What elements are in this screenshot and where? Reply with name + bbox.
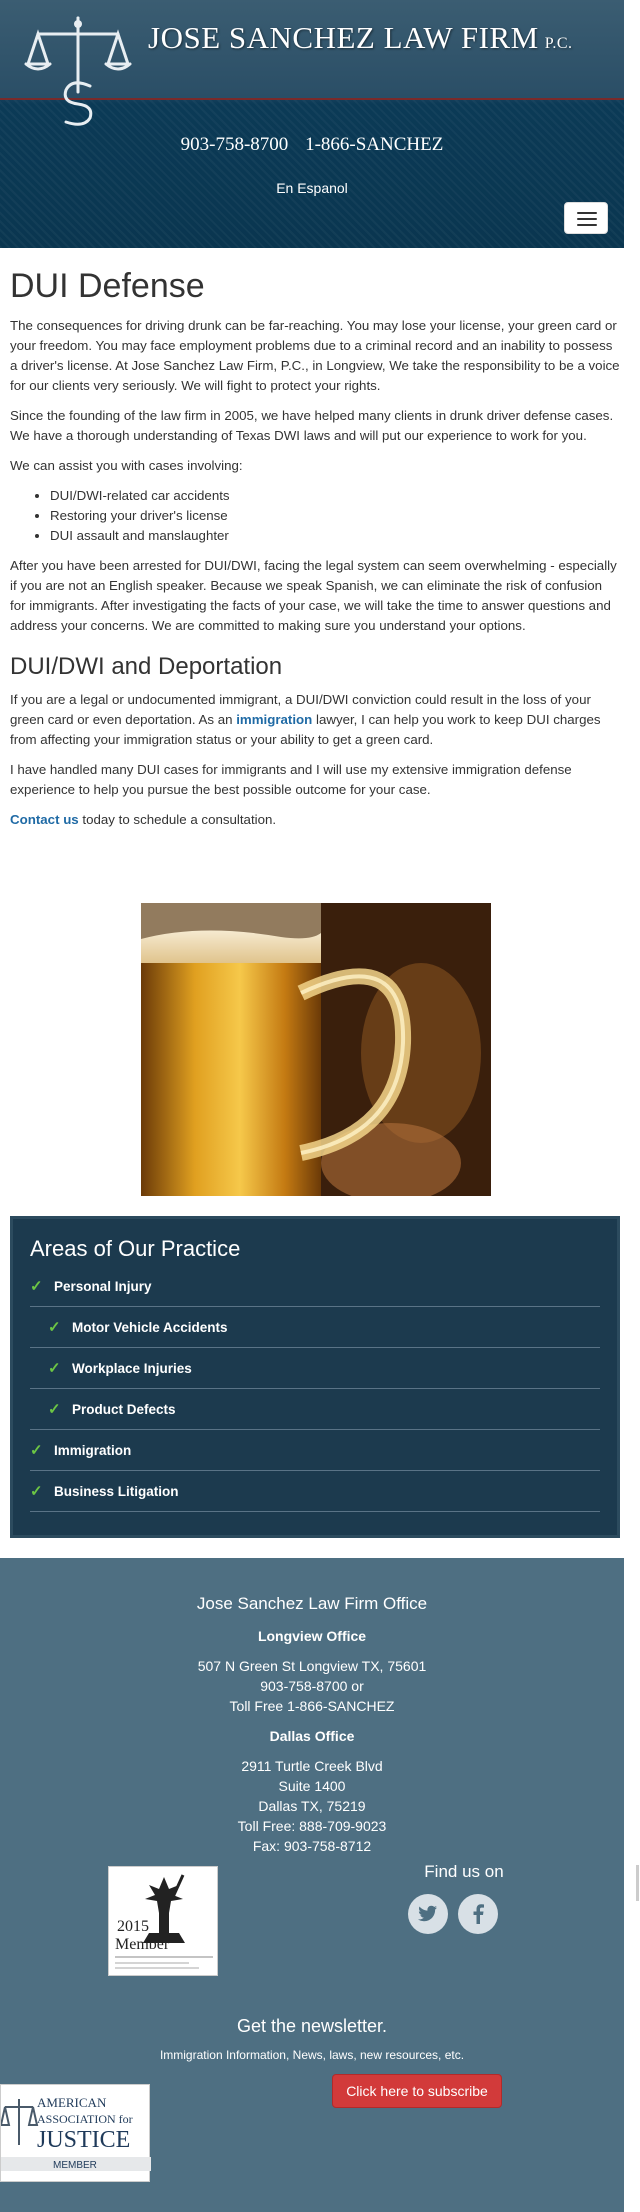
dallas-fax: Fax: 903-758-8712 [252, 1838, 372, 1854]
deportation-paragraph: If you are a legal or undocumented immig… [10, 690, 620, 750]
statue-of-liberty-icon: 2015 Member [115, 1874, 213, 1969]
practice-areas-title: Areas of Our Practice [30, 1236, 241, 1261]
practice-item-label: Product Defects [72, 1401, 176, 1417]
section-subtitle: DUI/DWI and Deportation [10, 653, 283, 680]
scales-of-justice-logo[interactable] [22, 12, 134, 132]
list-item: DUI assault and manslaughter [50, 526, 620, 546]
practice-item-product-defects[interactable]: ✓ Product Defects [30, 1389, 600, 1430]
scrollbar-thumb[interactable] [636, 1865, 639, 1901]
aaj-scales-icon: AMERICAN ASSOCIATION for JUSTICE MEMBER [0, 2095, 151, 2171]
dallas-address-line2: Suite 1400 [278, 1778, 346, 1794]
experience-paragraph: I have handled many DUI cases for immigr… [10, 762, 572, 797]
practice-item-label: Immigration [54, 1442, 132, 1458]
contact-us-link[interactable]: Contact us [10, 812, 79, 827]
footer-office-title: Jose Sanchez Law Firm Office [196, 1594, 428, 1613]
checkmark-icon: ✓ [30, 1483, 43, 1500]
spanish-language-link[interactable]: En Espanol [0, 180, 624, 196]
practice-item-label: Motor Vehicle Accidents [72, 1319, 228, 1335]
list-item: DUI/DWI-related car accidents [50, 486, 620, 506]
practice-areas-panel: Areas of Our Practice ✓ Personal Injury … [10, 1216, 620, 1538]
header-phones: 903-758-8700 1-866-SANCHEZ [0, 134, 624, 156]
facebook-icon[interactable] [458, 1894, 498, 1934]
twitter-bird-glyph [418, 1905, 437, 1922]
member-text: Member [115, 1936, 170, 1953]
longview-tollfree[interactable]: Toll Free 1-866-SANCHEZ [0, 1698, 624, 1714]
aaj-line2: ASSOCIATION for [37, 2112, 133, 2126]
practice-item-personal-injury[interactable]: ✓ Personal Injury [30, 1266, 600, 1307]
aaj-line3: JUSTICE [37, 2127, 130, 2153]
aaj-line1: AMERICAN [37, 2095, 107, 2110]
contact-paragraph: Contact us today to schedule a consultat… [10, 810, 620, 830]
phone-link-tollfree[interactable]: 1-866-SANCHEZ [305, 134, 443, 155]
checkmark-icon: ✓ [48, 1360, 61, 1377]
aaj-line4: MEMBER [53, 2160, 97, 2171]
arrest-paragraph: After you have been arrested for DUI/DWI… [10, 558, 617, 633]
facebook-f-glyph [473, 1904, 484, 1924]
twitter-icon[interactable] [408, 1894, 448, 1934]
beer-mug-image [141, 903, 491, 1196]
newsletter-title: Get the newsletter. [236, 2016, 388, 2036]
practice-item-business-litigation[interactable]: ✓ Business Litigation [30, 1471, 600, 1512]
longview-phone[interactable]: 903-758-8700 or [0, 1678, 624, 1694]
aila-member-badge[interactable]: 2015 Member [108, 1866, 218, 1976]
practice-item-label: Business Litigation [54, 1483, 179, 1499]
hamburger-icon-bar [577, 218, 597, 220]
site-header: JOSE SANCHEZ LAW FIRM P.C. 903-758-8700 1… [0, 0, 624, 248]
aaj-member-badge[interactable]: AMERICAN ASSOCIATION for JUSTICE MEMBER [0, 2084, 151, 2182]
practice-item-label: Workplace Injuries [72, 1360, 192, 1376]
firm-suffix: P.C. [544, 35, 573, 52]
dallas-tollfree[interactable]: Toll Free: 888-709-9023 [0, 1818, 624, 1834]
main-content: DUI Defense The consequences for driving… [10, 266, 620, 840]
checkmark-icon: ✓ [48, 1319, 61, 1336]
immigration-link[interactable]: immigration [236, 712, 312, 727]
practice-item-label: Personal Injury [54, 1278, 152, 1294]
history-paragraph: Since the founding of the law firm in 20… [10, 408, 614, 443]
list-item: Restoring your driver's license [50, 506, 620, 526]
practice-item-immigration[interactable]: ✓ Immigration [30, 1430, 600, 1471]
checkmark-icon: ✓ [48, 1401, 61, 1418]
phone-link-local[interactable]: 903-758-8700 [181, 134, 289, 155]
beer-mug-illustration [141, 903, 491, 1196]
hamburger-menu-button[interactable] [564, 202, 608, 234]
contact-text: today to schedule a consultation. [78, 812, 277, 827]
longview-address: 507 N Green St Longview TX, 75601 [197, 1658, 427, 1674]
dallas-office-heading: Dallas Office [269, 1728, 355, 1744]
newsletter-subtitle: Immigration Information, News, laws, new… [159, 2048, 465, 2062]
longview-office-heading: Longview Office [257, 1628, 367, 1644]
cases-intro: We can assist you with cases involving: [10, 458, 243, 473]
subscribe-button[interactable]: Click here to subscribe [332, 2074, 502, 2108]
hamburger-icon [577, 212, 597, 214]
hamburger-icon-bar [577, 224, 597, 226]
cases-list: DUI/DWI-related car accidents Restoring … [50, 486, 620, 546]
find-us-heading: Find us on [424, 1862, 504, 1881]
practice-item-motor-vehicle-accidents[interactable]: ✓ Motor Vehicle Accidents [30, 1307, 600, 1348]
dallas-address-line3: Dallas TX, 75219 [258, 1798, 366, 1814]
member-year: 2015 [117, 1918, 149, 1935]
checkmark-icon: ✓ [30, 1278, 43, 1295]
checkmark-icon: ✓ [30, 1442, 43, 1459]
practice-item-workplace-injuries[interactable]: ✓ Workplace Injuries [30, 1348, 600, 1389]
dallas-address-line1: 2911 Turtle Creek Blvd [241, 1758, 383, 1774]
page-title: DUI Defense [10, 267, 205, 305]
firm-name-text: JOSE SANCHEZ LAW FIRM [148, 20, 539, 55]
intro-paragraph: The consequences for driving drunk can b… [10, 318, 620, 393]
firm-name[interactable]: JOSE SANCHEZ LAW FIRM P.C. [148, 20, 618, 56]
